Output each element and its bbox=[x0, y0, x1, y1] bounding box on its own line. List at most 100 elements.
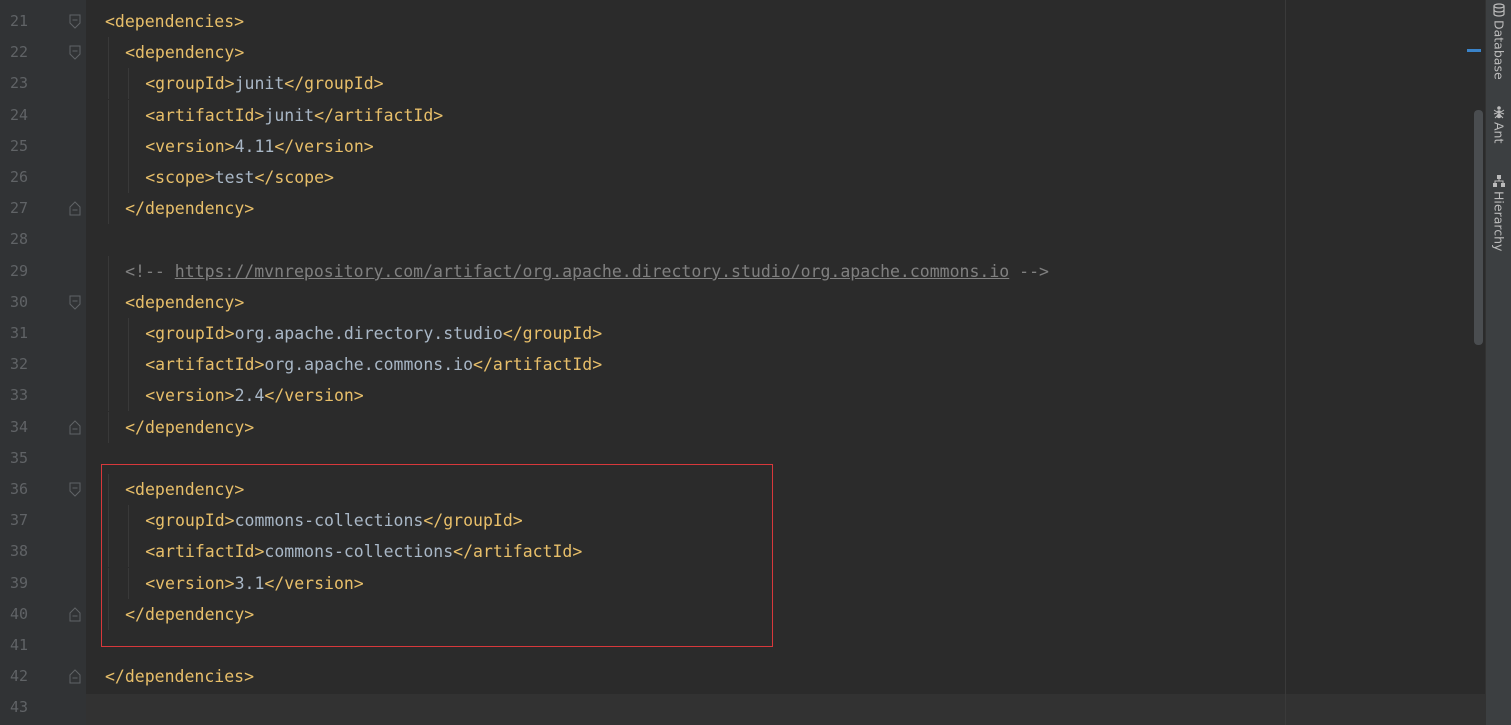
xml-tag: </scope> bbox=[254, 168, 334, 187]
line-number: 21 bbox=[9, 12, 28, 30]
xml-text: junit bbox=[234, 74, 285, 93]
code-text: </dependencies> bbox=[105, 661, 254, 692]
line-number: 36 bbox=[9, 480, 28, 498]
line-number: 25 bbox=[9, 137, 28, 155]
line-number: 29 bbox=[9, 262, 28, 280]
side-tab-database[interactable]: Database bbox=[1486, 2, 1511, 80]
code-line: 23 <groupId>junit</groupId> bbox=[0, 68, 1485, 99]
code-line: 21 <dependencies> bbox=[0, 6, 1485, 37]
code-line: 25 <version>4.11</version> bbox=[0, 131, 1485, 162]
code-text: </dependency> bbox=[125, 412, 254, 443]
line-number: 35 bbox=[9, 449, 28, 467]
line-number: 42 bbox=[9, 667, 28, 685]
xml-tag: <version> bbox=[145, 386, 235, 405]
side-tab-hierarchy-label: Hierarchy bbox=[1491, 191, 1507, 252]
annotation-highlight-box bbox=[101, 464, 773, 647]
indent-guide bbox=[108, 37, 109, 68]
indent-guide bbox=[108, 68, 109, 99]
xml-tag: <groupId> bbox=[145, 324, 235, 343]
indent-guide bbox=[108, 349, 109, 380]
indent-guide bbox=[108, 287, 109, 318]
line-number: 37 bbox=[9, 511, 28, 529]
line-number: 34 bbox=[9, 418, 28, 436]
code-line: 43 bbox=[0, 692, 1485, 723]
code-line: 33 <version>2.4</version> bbox=[0, 380, 1485, 411]
xml-text: test bbox=[214, 168, 255, 187]
indent-guide bbox=[108, 162, 109, 193]
fold-collapse-end-icon[interactable] bbox=[69, 607, 81, 622]
code-text: <artifactId>junit</artifactId> bbox=[145, 100, 443, 131]
code-text: <dependencies> bbox=[105, 6, 244, 37]
line-number: 43 bbox=[9, 698, 28, 716]
database-icon bbox=[1492, 2, 1506, 17]
line-number: 32 bbox=[9, 355, 28, 373]
indent-guide bbox=[108, 412, 109, 443]
xml-tag: </dependency> bbox=[125, 199, 255, 218]
code-line: 42 </dependencies> bbox=[0, 661, 1485, 692]
line-number: 30 bbox=[9, 293, 28, 311]
code-line: 26 <scope>test</scope> bbox=[0, 162, 1485, 193]
comment-link[interactable]: https://mvnrepository.com/artifact/org.a… bbox=[175, 262, 1009, 281]
fold-collapse-end-icon[interactable] bbox=[69, 669, 81, 684]
xml-tag: </version> bbox=[274, 137, 374, 156]
code-text: <!-- https://mvnrepository.com/artifact/… bbox=[125, 256, 1049, 287]
code-text: <version>2.4</version> bbox=[145, 380, 364, 411]
fold-collapse-end-icon[interactable] bbox=[69, 420, 81, 435]
line-number: 39 bbox=[9, 574, 28, 592]
line-number: 23 bbox=[9, 74, 28, 92]
fold-expand-icon[interactable] bbox=[69, 14, 81, 29]
xml-tag: <artifactId> bbox=[145, 106, 265, 125]
code-text: <dependency> bbox=[125, 37, 244, 68]
fold-collapse-end-icon[interactable] bbox=[69, 201, 81, 216]
line-number: 40 bbox=[9, 605, 28, 623]
xml-tag: </groupId> bbox=[284, 74, 384, 93]
code-line: 29 <!-- https://mvnrepository.com/artifac… bbox=[0, 256, 1485, 287]
indent-guide bbox=[108, 131, 109, 162]
side-tab-hierarchy[interactable]: Hierarchy bbox=[1486, 173, 1511, 251]
code-line: 31 <groupId>org.apache.directory.studio</… bbox=[0, 318, 1485, 349]
xml-tag: <dependencies> bbox=[105, 12, 245, 31]
xml-tag: </artifactId> bbox=[473, 355, 603, 374]
xml-text: 2.4 bbox=[234, 386, 265, 405]
xml-tag: </dependency> bbox=[125, 418, 255, 437]
code-text: <groupId>junit</groupId> bbox=[145, 68, 383, 99]
line-number: 26 bbox=[9, 168, 28, 186]
code-text: <dependency> bbox=[125, 287, 244, 318]
line-number: 22 bbox=[9, 43, 28, 61]
xml-tag: <dependency> bbox=[125, 43, 245, 62]
xml-tag: <dependency> bbox=[125, 293, 245, 312]
code-line: 32 <artifactId>org.apache.commons.io</art… bbox=[0, 349, 1485, 380]
code-line: 22 <dependency> bbox=[0, 37, 1485, 68]
fold-expand-icon[interactable] bbox=[69, 295, 81, 310]
xml-tag: </version> bbox=[264, 386, 364, 405]
xml-tag: <groupId> bbox=[145, 74, 235, 93]
line-number: 24 bbox=[9, 106, 28, 124]
line-number: 38 bbox=[9, 542, 28, 560]
indent-guide bbox=[108, 100, 109, 131]
xml-tag: </dependencies> bbox=[105, 667, 255, 686]
line-number: 28 bbox=[9, 230, 28, 248]
right-tool-window-bar: Database Ant Hierarchy bbox=[1485, 0, 1511, 725]
xml-tag: <version> bbox=[145, 137, 235, 156]
xml-tag: </artifactId> bbox=[314, 106, 444, 125]
indent-guide bbox=[108, 256, 109, 287]
code-text: <groupId>org.apache.directory.studio</gr… bbox=[145, 318, 602, 349]
fold-expand-icon[interactable] bbox=[69, 45, 81, 60]
xml-text: org.apache.directory.studio bbox=[234, 324, 503, 343]
xml-text: junit bbox=[264, 106, 315, 125]
code-text: <version>4.11</version> bbox=[145, 131, 374, 162]
xml-comment: <!-- bbox=[125, 262, 175, 281]
xml-comment: --> bbox=[1009, 262, 1049, 281]
code-line: 27 </dependency> bbox=[0, 193, 1485, 224]
code-line: 30 <dependency> bbox=[0, 287, 1485, 318]
fold-expand-icon[interactable] bbox=[69, 482, 81, 497]
vertical-scrollbar-thumb[interactable] bbox=[1474, 110, 1483, 345]
indent-guide bbox=[128, 380, 130, 411]
line-number: 31 bbox=[9, 324, 28, 342]
side-tab-ant[interactable]: Ant bbox=[1486, 104, 1511, 143]
ant-icon bbox=[1492, 104, 1506, 119]
xml-text: 4.11 bbox=[234, 137, 275, 156]
side-tab-ant-label: Ant bbox=[1491, 122, 1507, 144]
code-line: 34 </dependency> bbox=[0, 412, 1485, 443]
indent-guide bbox=[108, 380, 109, 411]
